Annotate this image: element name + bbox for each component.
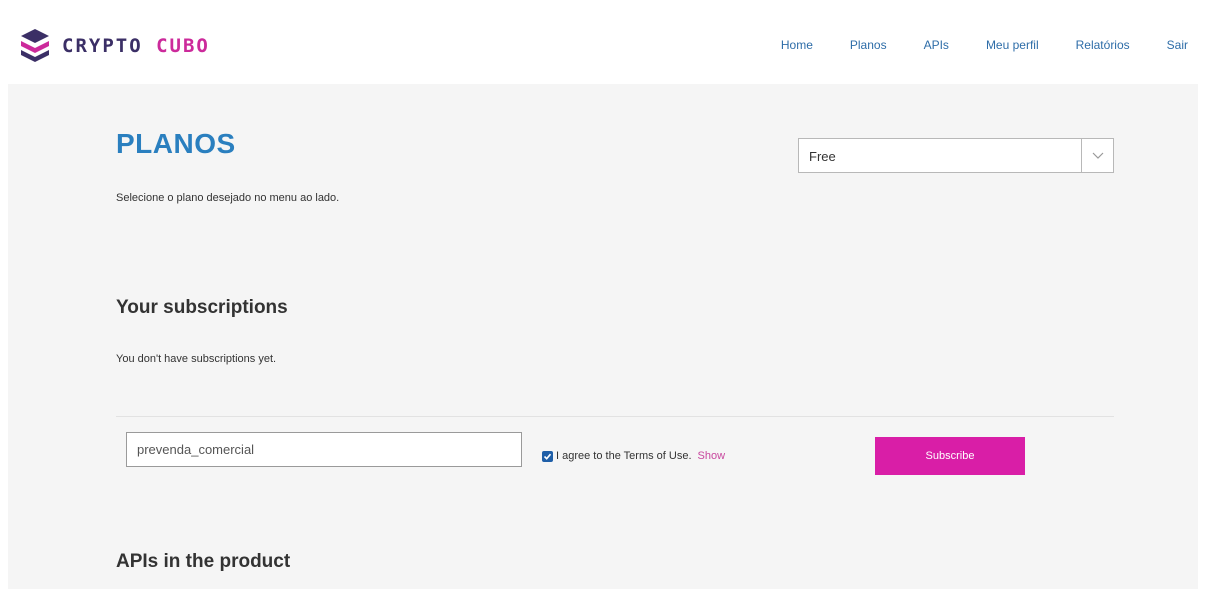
header: CRYPTO CUBO Home Planos APIs Meu perfil …: [0, 0, 1206, 84]
chevron-down-icon: [1092, 152, 1103, 159]
nav-sair[interactable]: Sair: [1167, 38, 1188, 52]
section-divider: [116, 416, 1114, 417]
brand-word-cubo: CUBO: [156, 35, 210, 57]
brand-logo[interactable]: CRYPTO CUBO: [20, 26, 210, 66]
subscribe-button[interactable]: Subscribe: [875, 437, 1025, 475]
main-content: PLANOS Selecione o plano desejado no men…: [8, 84, 1198, 589]
plan-select-toggle[interactable]: [1081, 139, 1113, 172]
no-subscriptions-text: You don't have subscriptions yet.: [116, 353, 277, 365]
brand-word-crypto: CRYPTO: [62, 35, 143, 57]
top-nav: Home Planos APIs Meu perfil Relatórios S…: [744, 38, 1188, 52]
terms-row: I agree to the Terms of Use. Show: [542, 450, 725, 462]
cube-logo-icon: [21, 29, 49, 62]
nav-planos[interactable]: Planos: [850, 38, 887, 52]
apis-title: APIs in the product: [116, 551, 291, 572]
nav-apis[interactable]: APIs: [924, 38, 949, 52]
page-title: PLANOS: [116, 128, 236, 159]
nav-home[interactable]: Home: [781, 38, 813, 52]
terms-checkbox[interactable]: [542, 450, 553, 462]
terms-show-link[interactable]: Show: [698, 450, 726, 462]
nav-meu-perfil[interactable]: Meu perfil: [986, 38, 1039, 52]
page-subtitle: Selecione o plano desejado no menu ao la…: [116, 192, 340, 204]
plan-select-value: Free: [809, 149, 836, 164]
brand-name: CRYPTO CUBO: [62, 35, 210, 57]
subscriptions-title: Your subscriptions: [116, 297, 288, 318]
nav-relatorios[interactable]: Relatórios: [1076, 38, 1130, 52]
subscription-name-input[interactable]: [126, 432, 522, 467]
checkmark-icon: [543, 453, 552, 460]
terms-label: I agree to the Terms of Use.: [556, 450, 692, 462]
plan-select[interactable]: Free: [798, 138, 1114, 173]
